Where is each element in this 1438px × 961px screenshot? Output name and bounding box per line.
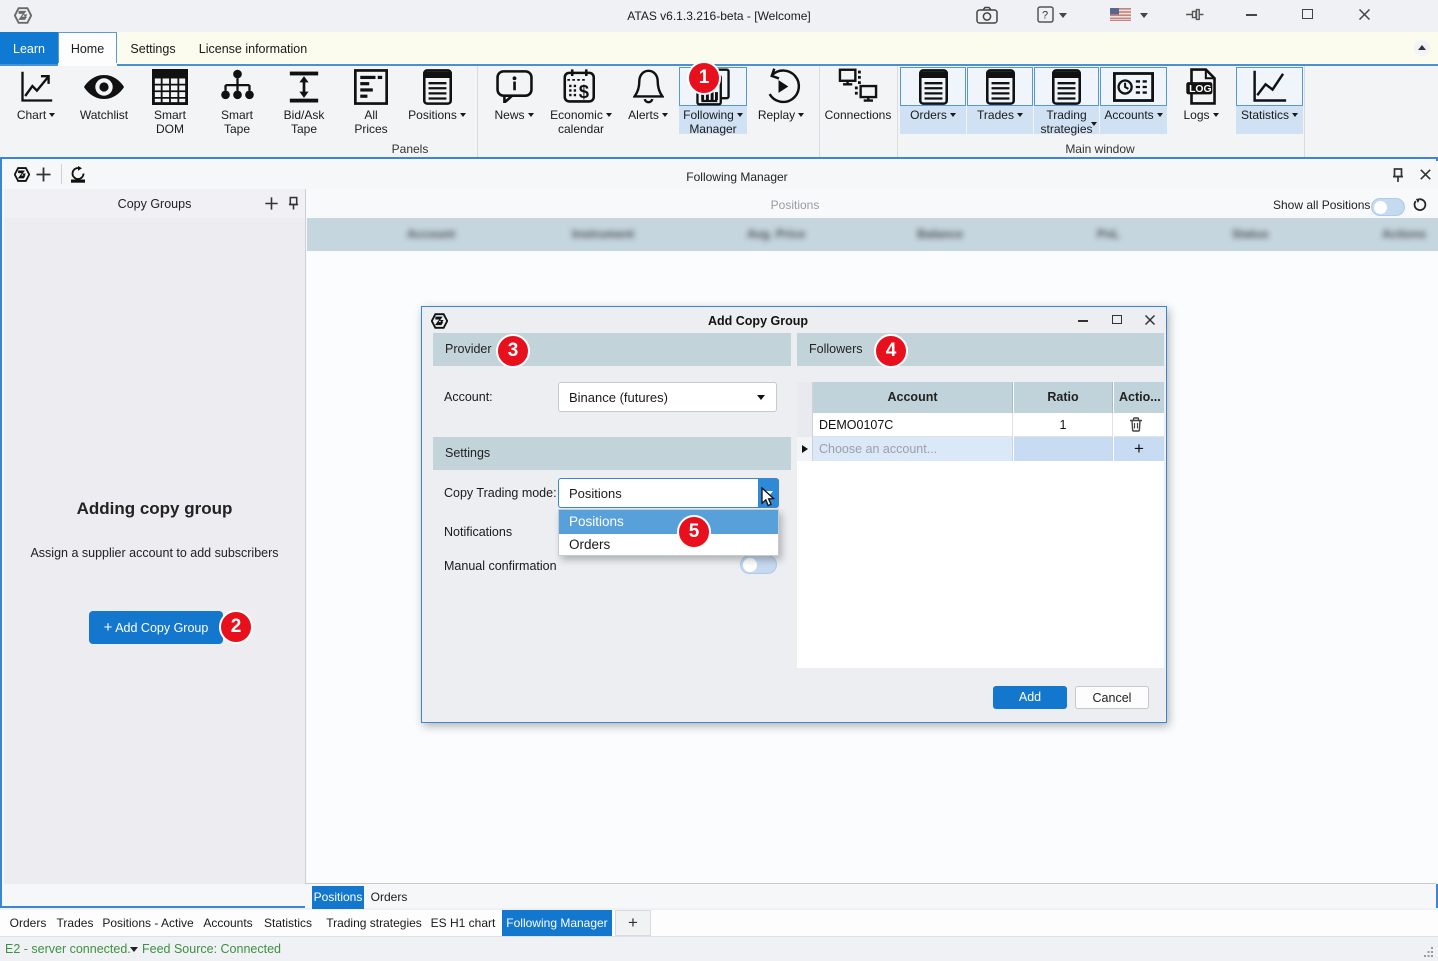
svg-text:LOG: LOG [1189,84,1212,95]
svg-text:$: $ [579,81,589,102]
svg-text:?: ? [1042,10,1048,22]
